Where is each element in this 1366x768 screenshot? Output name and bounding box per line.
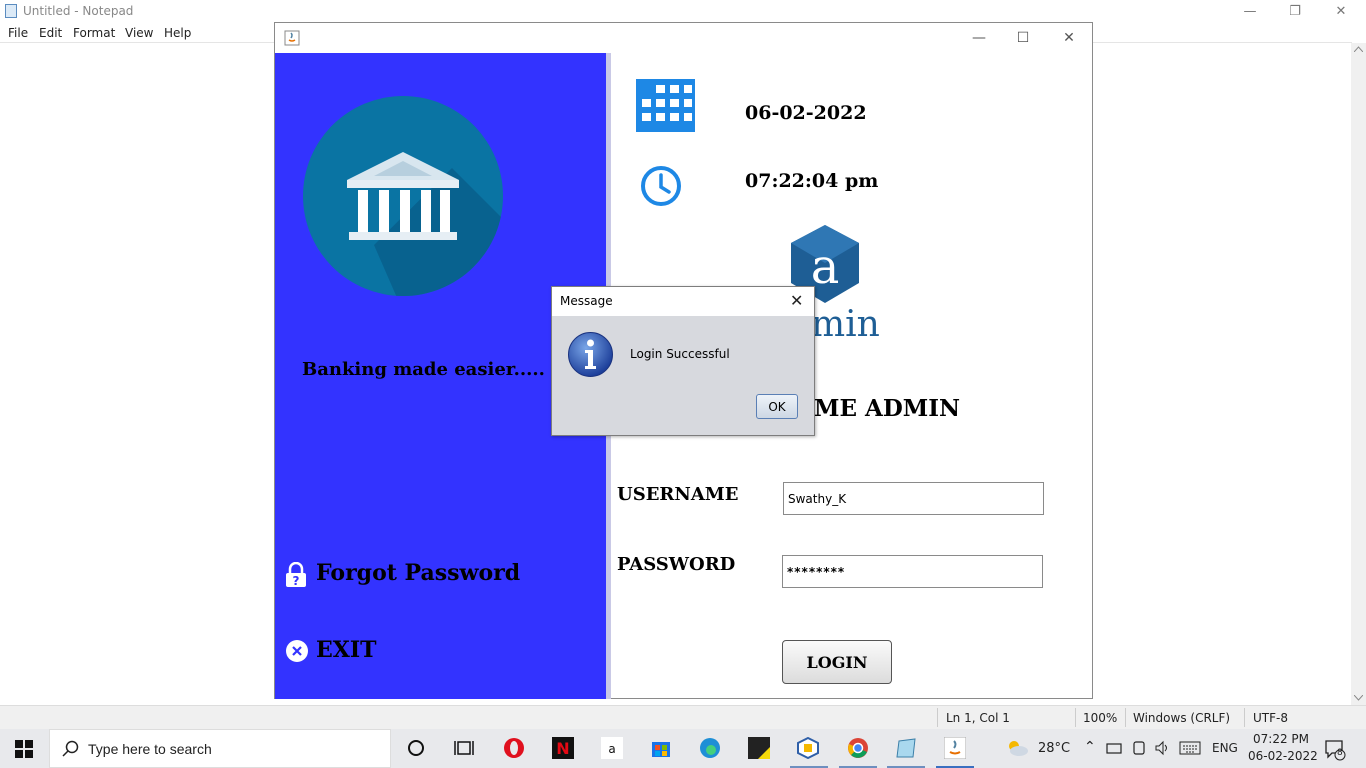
minimize-button[interactable]: — [1227, 0, 1273, 23]
restore-button[interactable]: ❐ [1272, 0, 1318, 23]
dialog-message: Login Successful [630, 347, 730, 361]
password-label: PASSWORD [617, 554, 736, 575]
windows-start-icon[interactable] [15, 740, 33, 758]
bank-building-icon [303, 96, 503, 296]
status-position: Ln 1, Col 1 [946, 711, 1010, 725]
task-view-icon[interactable] [453, 737, 475, 759]
ok-button[interactable]: OK [756, 394, 798, 419]
language-indicator[interactable]: ENG [1212, 741, 1238, 755]
clock-time[interactable]: 07:22 PM [1253, 732, 1309, 746]
clock-date[interactable]: 06-02-2022 [1248, 749, 1318, 763]
slogan-text: Banking made easier..... [302, 359, 545, 380]
weather-icon[interactable] [1005, 738, 1029, 758]
device-icon[interactable] [1131, 740, 1147, 756]
admin-logo-text: min [811, 304, 880, 345]
chrome-icon[interactable] [847, 737, 869, 759]
window-minimize-button[interactable]: — [959, 27, 999, 49]
menu-view[interactable]: View [125, 26, 153, 40]
cortana-icon[interactable] [405, 737, 427, 759]
notification-count: 8 [1337, 748, 1343, 758]
java-icon [284, 30, 300, 46]
status-encoding: UTF-8 [1253, 711, 1288, 725]
close-button[interactable]: ✕ [1318, 0, 1364, 23]
menu-edit[interactable]: Edit [39, 26, 62, 40]
notepad-title: Untitled - Notepad [23, 4, 134, 18]
lock-question-icon: ? [286, 562, 306, 588]
windows-taskbar: Type here to search N a 28°C ⌃ ENG 07:22… [0, 729, 1366, 768]
status-zoom: 100% [1083, 711, 1118, 725]
menu-file[interactable]: File [8, 26, 28, 40]
login-button[interactable]: LOGIN [782, 640, 892, 684]
notepad-icon [5, 4, 17, 18]
search-placeholder: Type here to search [88, 741, 212, 757]
password-input[interactable] [782, 555, 1043, 588]
scroll-down-icon[interactable] [1354, 695, 1363, 701]
window-maximize-button[interactable]: ☐ [1003, 27, 1043, 49]
info-icon [568, 332, 613, 377]
virtualbox-icon[interactable] [797, 737, 819, 759]
weather-temp[interactable]: 28°C [1038, 741, 1070, 756]
netflix-icon[interactable]: N [552, 737, 574, 759]
edge-icon[interactable] [699, 737, 721, 759]
network-icon[interactable] [1106, 741, 1122, 755]
sticky-notes-icon[interactable] [748, 737, 770, 759]
taskbar-search-box[interactable]: Type here to search [49, 729, 391, 768]
svg-text:N: N [556, 739, 569, 758]
username-input[interactable] [783, 482, 1044, 515]
window-close-button[interactable]: ✕ [1049, 27, 1089, 49]
clock-icon [641, 166, 681, 206]
exit-label: EXIT [316, 637, 377, 663]
welcome-text: ME ADMIN [814, 395, 961, 422]
java-taskbar-icon[interactable] [944, 737, 966, 759]
vertical-scrollbar[interactable] [1351, 43, 1366, 705]
search-icon [62, 740, 79, 757]
svg-text:?: ? [293, 574, 300, 588]
menu-format[interactable]: Format [73, 26, 115, 40]
status-line-ending: Windows (CRLF) [1133, 711, 1231, 725]
dialog-title: Message [560, 294, 613, 308]
close-circle-icon [286, 640, 308, 662]
notepad-taskbar-icon[interactable] [895, 737, 917, 759]
volume-icon[interactable] [1154, 740, 1170, 756]
window-title-bar: — ☐ ✕ [275, 23, 1092, 53]
amazon-icon[interactable]: a [601, 737, 623, 759]
calendar-icon [636, 79, 695, 132]
notepad-status-bar: Ln 1, Col 1 100% Windows (CRLF) UTF-8 [0, 705, 1366, 729]
menu-help[interactable]: Help [164, 26, 191, 40]
opera-icon[interactable] [503, 737, 525, 759]
scroll-up-icon[interactable] [1354, 46, 1363, 52]
dialog-close-icon[interactable]: ✕ [790, 291, 803, 310]
current-time: 07:22:04 pm [745, 170, 879, 192]
notepad-title-bar: Untitled - Notepad — ❐ ✕ [0, 0, 1366, 23]
keyboard-icon[interactable] [1179, 741, 1201, 755]
microsoft-store-icon[interactable] [650, 737, 672, 759]
dialog-title-bar: Message ✕ [552, 287, 814, 316]
show-hidden-icons[interactable]: ⌃ [1084, 739, 1096, 755]
svg-text:a: a [608, 742, 615, 756]
username-label: USERNAME [617, 484, 739, 505]
forgot-password-label: Forgot Password [316, 560, 521, 586]
current-date: 06-02-2022 [745, 102, 867, 124]
message-dialog: Message ✕ Login Successful OK [551, 286, 815, 436]
